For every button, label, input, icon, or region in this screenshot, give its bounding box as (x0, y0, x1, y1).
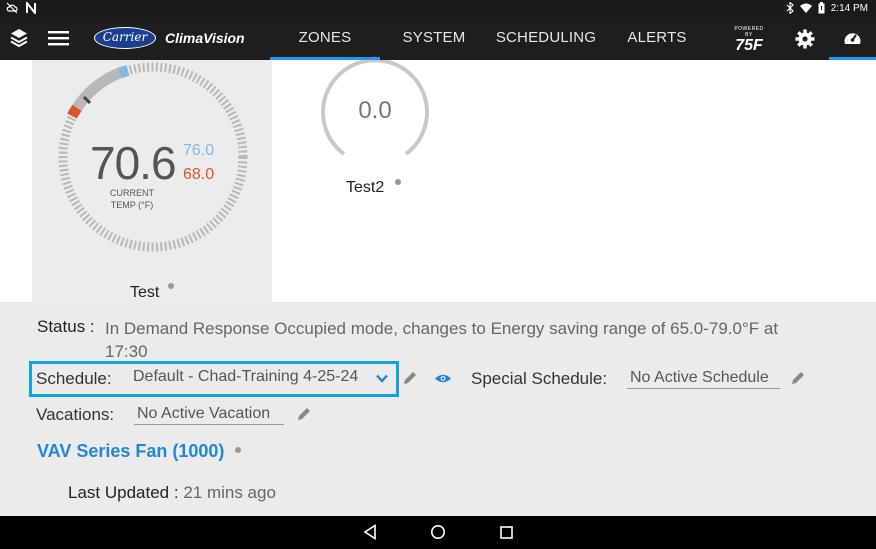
brand-name: ClimaVision (165, 30, 245, 46)
special-schedule-field[interactable]: No Active Schedule (627, 369, 780, 389)
zones-grid: 70.6 76.0 68.0 CURRENT TEMP (°F) Test 0.… (0, 60, 876, 302)
edit-special-schedule-pencil-icon[interactable] (790, 370, 806, 386)
temp-caption: CURRENT TEMP (°F) (92, 187, 172, 211)
tab-system[interactable]: SYSTEM (390, 17, 478, 60)
vacations-label: Vacations: (36, 405, 115, 424)
zone-card-test[interactable]: 70.6 76.0 68.0 CURRENT TEMP (°F) Test (32, 60, 272, 302)
status-bar: 2:14 PM (0, 0, 876, 17)
chevron-down-icon[interactable] (376, 374, 388, 383)
zone-status-dot (395, 179, 401, 185)
edit-vacation-pencil-icon[interactable] (296, 406, 312, 422)
zone-name-test: Test (130, 284, 160, 301)
dashboard-gauge-icon (844, 33, 861, 44)
setpoint-range-arc (70, 66, 125, 114)
battery-icon (818, 2, 825, 14)
powered-by-75f-logo: POWERED BY 75F (731, 26, 767, 54)
heating-setpoint-marker[interactable] (67, 104, 82, 119)
cooling-setpoint-marker[interactable] (118, 65, 130, 79)
zone-card-test2[interactable]: 0.0 Test2 (300, 60, 450, 210)
special-schedule-label: Special Schedule: (471, 369, 608, 388)
current-temperature: 70.6 (90, 137, 177, 189)
carrier-logo: Carrier (94, 27, 156, 49)
equipment-link[interactable]: VAV Series Fan (1000) (37, 441, 224, 462)
cooling-setpoint: 76.0 (183, 142, 215, 159)
view-schedule-eye-icon[interactable] (434, 373, 452, 384)
special-schedule-value: No Active Schedule (630, 369, 769, 386)
status-text-line1: In Demand Response Occupied mode, change… (105, 319, 779, 338)
tab-zones[interactable]: ZONES (270, 17, 380, 60)
bluetooth-icon (786, 2, 794, 14)
menu-icon[interactable] (48, 30, 69, 46)
equipment-status-dot (235, 447, 241, 453)
tab-alerts[interactable]: ALERTS (618, 17, 696, 60)
temp-caption-line2: TEMP (°F) (110, 200, 154, 210)
heating-setpoint: 68.0 (183, 166, 215, 183)
vacations-field[interactable]: No Active Vacation (134, 405, 284, 425)
status-text: In Demand Response Occupied mode, change… (105, 317, 845, 363)
last-updated-value: 21 mins ago (183, 483, 276, 502)
edit-schedule-pencil-icon[interactable] (402, 370, 418, 386)
temp-caption-line1: CURRENT (110, 188, 154, 198)
zone-status-dot (168, 283, 174, 289)
zone-detail-panel: Status : In Demand Response Occupied mod… (0, 302, 876, 516)
dashboard-tab[interactable] (829, 17, 876, 60)
clock: 2:14 PM (830, 2, 868, 14)
schedule-dropdown[interactable]: Default - Chad-Training 4-25-24 (133, 368, 358, 386)
last-updated-row: Last Updated : 21 mins ago (68, 483, 276, 503)
notification-n-icon (26, 2, 36, 14)
tab-scheduling[interactable]: SCHEDULING (492, 17, 600, 60)
last-updated-label: Last Updated : (68, 483, 179, 502)
android-nav-bar (0, 516, 876, 549)
app-bar: Carrier ClimaVision ZONES SYSTEM SCHEDUL… (0, 17, 876, 60)
status-label: Status : (37, 317, 95, 336)
status-text-line2: 17:30 (105, 342, 148, 361)
schedule-label: Schedule: (36, 369, 112, 388)
recents-icon[interactable] (500, 526, 513, 539)
layers-icon[interactable] (10, 28, 28, 48)
cloud-off-icon (6, 2, 18, 14)
75f-text: 75F (735, 37, 763, 54)
schedule-dropdown-value: Default - Chad-Training 4-25-24 (133, 368, 359, 385)
vacations-value: No Active Vacation (137, 405, 271, 422)
zone-name-test2: Test2 (346, 179, 385, 196)
back-icon[interactable] (363, 524, 377, 540)
home-icon[interactable] (430, 524, 446, 540)
status-row: Status : (37, 317, 95, 337)
current-temperature: 0.0 (358, 97, 392, 124)
settings-icon[interactable] (795, 29, 815, 49)
wifi-icon (799, 3, 812, 13)
